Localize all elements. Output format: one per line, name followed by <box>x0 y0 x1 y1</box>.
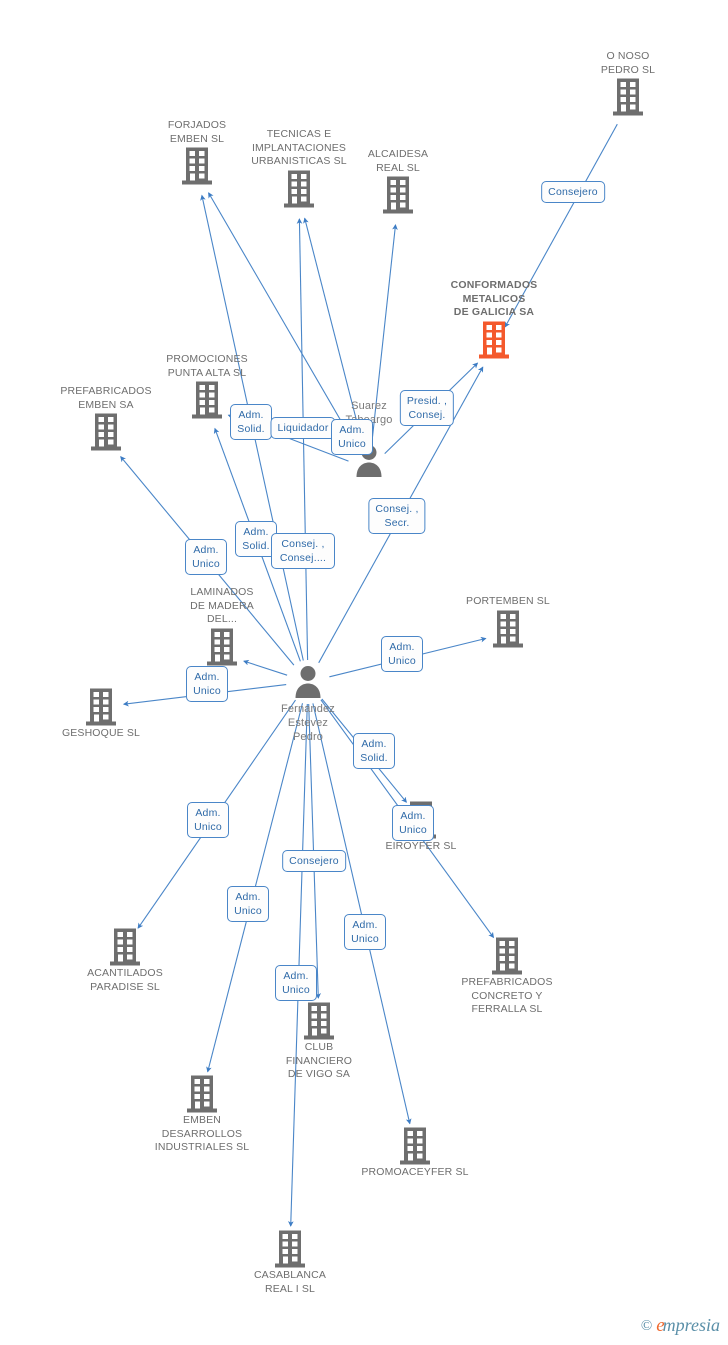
node-label-alcaidesa-real: ALCAIDESA REAL SL <box>367 148 429 174</box>
node-fernandez-estevez[interactable]: Fernandez Estevez Pedro <box>233 662 383 744</box>
node-prefabricados-emben[interactable]: PREFABRICADOS EMBEN SA <box>31 385 181 452</box>
company-building-icon <box>492 937 522 975</box>
edge-label-lbl-adm-unico-emben[interactable]: Adm. Unico <box>227 886 269 922</box>
node-label-laminados-madera: LAMINADOS DE MADERA DEL... <box>190 586 254 625</box>
node-geshoque[interactable]: GESHOQUE SL <box>26 687 176 741</box>
company-building-icon <box>207 628 237 665</box>
building-icon-prefab-concreto[interactable] <box>490 936 524 976</box>
building-icon-portemben[interactable] <box>491 609 525 649</box>
edge-label-lbl-adm-unico-pref[interactable]: Adm. Unico <box>185 539 227 575</box>
building-icon-laminados-madera[interactable] <box>205 627 239 667</box>
empresia-watermark: © empresia <box>641 1315 720 1337</box>
person-icon-fernandez-estevez[interactable] <box>291 662 325 702</box>
node-label-promoaceyfer: PROMOACEYFER SL <box>361 1166 469 1178</box>
building-icon-emben-desarrollos[interactable] <box>185 1074 219 1114</box>
company-building-icon <box>383 176 413 214</box>
node-label-geshoque: GESHOQUE SL <box>61 727 141 739</box>
brand-name: mpresia <box>662 1315 720 1335</box>
edge-label-lbl-adm-unico-port[interactable]: Adm. Unico <box>381 636 423 672</box>
node-label-portemben: PORTEMBEN SL <box>466 595 550 607</box>
edge-label-lbl-adm-unico-promo[interactable]: Adm. Unico <box>344 914 386 950</box>
company-building-icon <box>91 413 121 451</box>
building-icon-o-noso-pedro[interactable] <box>611 77 645 117</box>
node-label-club-financiero: CLUB FINANCIERO DE VIGO SA <box>285 1041 353 1080</box>
edge-label-lbl-consejero-onoso[interactable]: Consejero <box>541 181 605 203</box>
building-icon-casablanca[interactable] <box>273 1229 307 1269</box>
node-portemben[interactable]: PORTEMBEN SL <box>433 595 583 649</box>
node-club-financiero[interactable]: CLUB FINANCIERO DE VIGO SA <box>244 1001 394 1082</box>
node-prefab-concreto[interactable]: PREFABRICADOS CONCRETO Y FERRALLA SL <box>432 936 582 1017</box>
company-building-icon <box>613 78 643 116</box>
edge-label-lbl-liquidador[interactable]: Liquidador <box>270 417 336 439</box>
edge-label-lbl-adm-solid-1[interactable]: Adm. Solid. <box>230 404 272 440</box>
copyright-icon: © <box>640 1317 653 1334</box>
edge-label-lbl-adm-unico-acant[interactable]: Adm. Unico <box>187 802 229 838</box>
building-icon-tecnicas-implant[interactable] <box>282 169 316 209</box>
building-icon-club-financiero[interactable] <box>302 1001 336 1041</box>
building-icon-acantilados[interactable] <box>108 927 142 967</box>
node-label-prefab-concreto: PREFABRICADOS CONCRETO Y FERRALLA SL <box>461 976 553 1015</box>
company-building-icon <box>192 381 222 419</box>
building-icon-forjados-emben[interactable] <box>180 146 214 186</box>
relationship-graph-canvas: O NOSO PEDRO SL FORJADOS EMBEN SL TECNICAS… <box>0 0 728 1345</box>
node-label-prefabricados-emben: PREFABRICADOS EMBEN SA <box>60 385 152 411</box>
person-icon <box>295 666 321 698</box>
node-alcaidesa-real[interactable]: ALCAIDESA REAL SL <box>323 148 473 215</box>
company-building-icon <box>187 1075 217 1113</box>
edge-label-lbl-adm-unico-casa[interactable]: Adm. Unico <box>275 965 317 1001</box>
node-promoaceyfer[interactable]: PROMOACEYFER SL <box>340 1126 490 1180</box>
edge-label-lbl-adm-unico-eiro[interactable]: Adm. Unico <box>392 805 434 841</box>
node-conformados[interactable]: CONFORMADOS METALICOS DE GALICIA SA <box>419 279 569 360</box>
node-label-emben-desarrollos: EMBEN DESARROLLOS INDUSTRIALES SL <box>154 1114 250 1153</box>
node-label-acantilados: ACANTILADOS PARADISE SL <box>87 967 163 993</box>
company-building-icon <box>284 170 314 207</box>
company-building-icon <box>86 688 116 726</box>
node-label-promociones-punta: PROMOCIONES PUNTA ALTA SL <box>166 353 248 379</box>
company-building-icon <box>110 928 140 966</box>
company-building-icon <box>304 1002 334 1040</box>
node-label-fernandez-estevez: Fernandez Estevez Pedro <box>281 703 335 743</box>
company-building-icon <box>182 147 212 185</box>
edge-label-lbl-consej-consej[interactable]: Consej. , Consej.... <box>271 533 335 569</box>
building-icon-alcaidesa-real[interactable] <box>381 175 415 215</box>
building-icon-geshoque[interactable] <box>84 687 118 727</box>
node-label-casablanca: CASABLANCA REAL I SL <box>253 1269 327 1295</box>
node-laminados-madera[interactable]: LAMINADOS DE MADERA DEL... <box>147 586 297 667</box>
edge-label-lbl-consejero-club[interactable]: Consejero <box>282 850 346 872</box>
building-icon-promoaceyfer[interactable] <box>398 1126 432 1166</box>
building-icon-promociones-punta[interactable] <box>190 380 224 420</box>
node-o-noso-pedro[interactable]: O NOSO PEDRO SL <box>553 50 703 117</box>
company-building-icon <box>275 1230 305 1268</box>
building-icon-prefabricados-emben[interactable] <box>89 412 123 452</box>
node-acantilados[interactable]: ACANTILADOS PARADISE SL <box>50 927 200 994</box>
node-label-o-noso-pedro: O NOSO PEDRO SL <box>600 50 656 76</box>
edge-label-lbl-adm-unico-lam[interactable]: Adm. Unico <box>186 666 228 702</box>
node-casablanca[interactable]: CASABLANCA REAL I SL <box>215 1229 365 1296</box>
company-building-icon <box>400 1127 430 1165</box>
edge-label-lbl-adm-unico-suarez[interactable]: Adm. Unico <box>331 419 373 455</box>
company-building-icon <box>493 610 523 647</box>
edge-label-lbl-adm-solid-3[interactable]: Adm. Solid. <box>353 733 395 769</box>
node-label-conformados: CONFORMADOS METALICOS DE GALICIA SA <box>450 279 538 318</box>
building-icon-conformados[interactable] <box>477 320 511 360</box>
edge-label-lbl-consej-secr[interactable]: Consej. , Secr. <box>368 498 426 534</box>
edge-label-lbl-presid-consej[interactable]: Presid. , Consej. <box>399 390 455 426</box>
company-building-icon <box>479 321 509 358</box>
node-emben-desarrollos[interactable]: EMBEN DESARROLLOS INDUSTRIALES SL <box>127 1074 277 1155</box>
node-label-forjados-emben: FORJADOS EMBEN SL <box>167 119 227 145</box>
node-label-eiroyfer: EIROYFER SL <box>385 840 457 852</box>
